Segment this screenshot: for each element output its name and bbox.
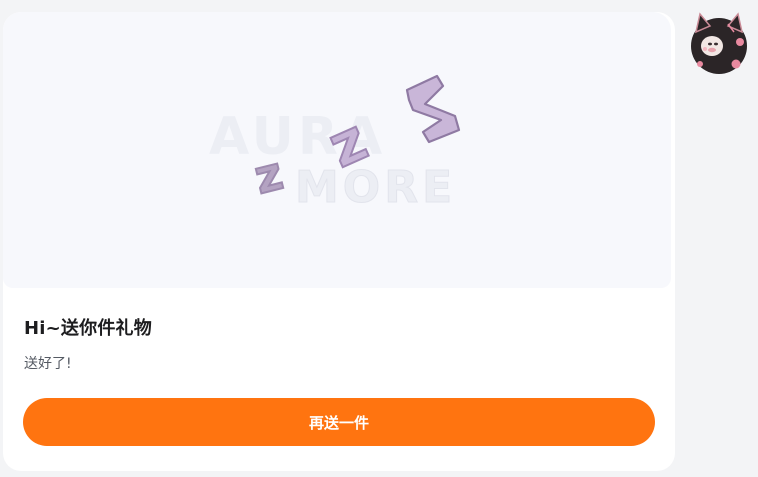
send-another-gift-button[interactable]: 再送一件 [23,398,655,446]
gift-message-card: AURA MORE z z Hi~送你件礼物 送好了! 再送一件 [3,12,675,471]
cat-avatar-icon [691,12,747,74]
sleeping-placeholder-graphic: AURA MORE z z [209,74,461,214]
gift-message-title: Hi~送你件礼物 [24,318,152,339]
watermark-bottom-text: MORE [295,162,456,213]
user-avatar[interactable] [688,12,750,78]
gift-status-text: 送好了! [24,356,72,372]
gift-banner-image: AURA MORE z z [3,12,671,288]
sleep-z-large-icon [405,74,461,144]
page: AURA MORE z z Hi~送你件礼物 送好了! 再送一件 [0,0,758,477]
